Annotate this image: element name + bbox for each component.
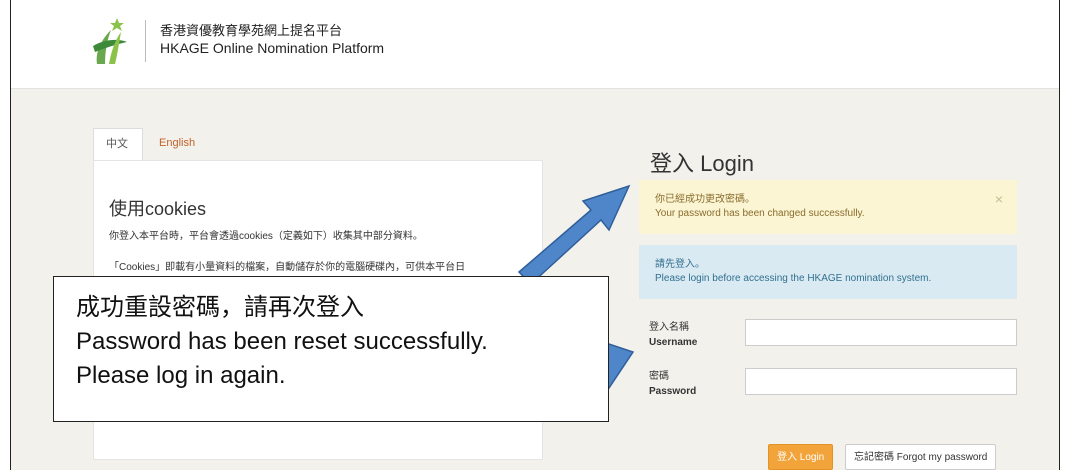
forgot-password-button[interactable]: 忘記密碼 Forgot my password (845, 444, 997, 470)
site-header: 香港資優教育學苑網上提名平台 HKAGE Online Nomination P… (11, 0, 1059, 89)
cookie-title: 使用cookies (109, 199, 207, 219)
alert-password-changed: 你已經成功更改密碼。 Your password has been change… (639, 180, 1017, 234)
username-label-zh: 登入名稱 (649, 322, 689, 333)
username-input[interactable] (745, 319, 1017, 346)
password-input[interactable] (745, 368, 1017, 395)
annotation-callout: 成功重設密碼，請再次登入 Password has been reset suc… (53, 276, 609, 422)
tab-chinese[interactable]: 中文 (93, 128, 143, 161)
alert-info-text-zh: 請先登入。 (655, 259, 705, 270)
username-label-en: Username (649, 337, 698, 348)
alert-success-text-zh: 你已經成功更改密碼。 (655, 194, 755, 205)
callout-line-en-2: Please log in again. (76, 362, 286, 389)
password-label: 密碼 Password (649, 369, 696, 399)
alert-please-login: 請先登入。 Please login before accessing the … (639, 245, 1017, 299)
callout-line-zh: 成功重設密碼，請再次登入 (76, 294, 364, 321)
login-title: 登入 Login (650, 151, 754, 176)
callout-line-en-1: Password has been reset successfully. (76, 328, 488, 355)
cookie-paragraph-2: 「Cookies」即載有小量資料的檔案，自動儲存於你的電腦硬碟內，可供本平台日 (109, 262, 466, 273)
brand-name-zh: 香港資優教育學苑網上提名平台 (160, 23, 343, 38)
close-icon[interactable]: × (995, 192, 1003, 206)
header-divider (145, 20, 146, 62)
hkage-logo-icon[interactable] (89, 12, 129, 70)
brand-name-en: HKAGE Online Nomination Platform (160, 40, 385, 56)
username-label: 登入名稱 Username (649, 320, 697, 350)
alert-success-text-en: Your password has been changed successfu… (655, 208, 865, 219)
alert-info-text-en: Please login before accessing the HKAGE … (655, 273, 932, 284)
password-label-zh: 密碼 (649, 371, 669, 382)
browser-frame: 香港資優教育學苑網上提名平台 HKAGE Online Nomination P… (10, 0, 1060, 470)
tab-english[interactable]: English (147, 128, 207, 161)
cookie-paragraph-1: 你登入本平台時，平台會透過cookies（定義如下）收集其中部分資料。 (109, 231, 423, 242)
login-button[interactable]: 登入 Login (768, 444, 834, 470)
password-label-en: Password (649, 386, 697, 397)
